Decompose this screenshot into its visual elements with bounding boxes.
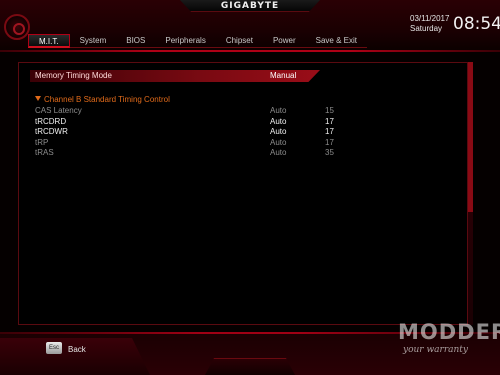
setting-row-trcdwr[interactable]: tRCDWR Auto 17 xyxy=(35,127,355,137)
current-value: 35 xyxy=(325,148,334,157)
memory-timing-mode-label: Memory Timing Mode xyxy=(35,71,112,80)
back-label[interactable]: Back xyxy=(68,345,86,355)
collapse-arrow-icon[interactable] xyxy=(35,96,41,101)
gigabyte-logo-icon xyxy=(4,14,30,40)
tab-mit[interactable]: M.I.T. xyxy=(28,34,70,48)
setting-row-trp[interactable]: tRP Auto 17 xyxy=(35,138,355,148)
setting-label: tRP xyxy=(35,138,49,147)
tab-system[interactable]: System xyxy=(69,34,117,48)
setting-value[interactable]: Auto xyxy=(270,117,286,127)
tab-bios[interactable]: BIOS xyxy=(116,34,156,48)
setting-value[interactable]: Auto xyxy=(270,148,286,158)
tab-chipset[interactable]: Chipset xyxy=(215,34,263,48)
menu-tabs: M.I.T. System BIOS Peripherals Chipset P… xyxy=(28,34,367,50)
clock-display: 08:54 xyxy=(453,14,500,34)
setting-label: tRCDWR xyxy=(35,127,68,136)
setting-label: tRAS xyxy=(35,148,54,157)
section-header[interactable]: Channel B Standard Timing Control xyxy=(35,95,170,105)
day-display: Saturday xyxy=(410,24,443,33)
current-value: 17 xyxy=(325,127,334,136)
tab-power[interactable]: Power xyxy=(262,34,306,48)
bottom-center-plate xyxy=(205,358,295,375)
watermark-title: MODDERS xyxy=(398,320,500,344)
setting-value[interactable]: Auto xyxy=(270,138,286,148)
setting-row-tras[interactable]: tRAS Auto 35 xyxy=(35,148,355,158)
memory-timing-mode-value[interactable]: Manual xyxy=(270,71,296,81)
scrollbar-thumb[interactable] xyxy=(468,62,473,212)
watermark-tagline: your warranty xyxy=(403,345,468,355)
current-value: 17 xyxy=(325,117,334,126)
setting-row-trcdrd[interactable]: tRCDRD Auto 17 xyxy=(35,117,355,127)
setting-value[interactable]: Auto xyxy=(270,127,286,137)
setting-label: CAS Latency xyxy=(35,106,82,115)
esc-key-button[interactable]: Esc xyxy=(46,342,62,354)
setting-value[interactable]: Auto xyxy=(270,106,286,116)
current-value: 17 xyxy=(325,138,334,147)
tab-peripherals[interactable]: Peripherals xyxy=(155,34,216,48)
section-title: Channel B Standard Timing Control xyxy=(44,95,170,104)
bottom-left-plate xyxy=(0,338,150,375)
date-display: 03/11/2017 xyxy=(410,14,450,23)
current-value: 15 xyxy=(325,106,334,115)
tab-save-exit[interactable]: Save & Exit xyxy=(305,34,367,48)
brand-logo: GIGABYTE xyxy=(220,1,280,11)
setting-row-cas-latency[interactable]: CAS Latency Auto 15 xyxy=(35,106,355,116)
setting-label: tRCDRD xyxy=(35,117,67,126)
